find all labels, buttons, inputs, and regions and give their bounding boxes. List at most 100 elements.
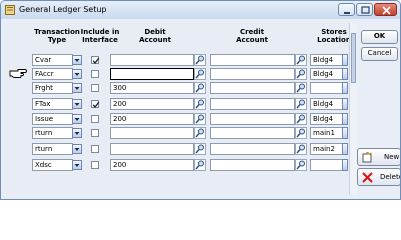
lookup-icon[interactable] xyxy=(194,113,206,125)
cancel-button[interactable]: Cancel xyxy=(361,47,398,61)
lookup-icon[interactable] xyxy=(194,159,206,171)
debit-account-field[interactable]: 200 xyxy=(110,159,194,171)
chevron-down-icon xyxy=(74,103,80,106)
stores-location-lookup-button[interactable] xyxy=(342,113,348,125)
stores-location-field[interactable]: main1 xyxy=(310,127,343,139)
credit-account-field[interactable] xyxy=(210,98,295,110)
new-button[interactable]: New xyxy=(357,148,400,166)
credit-account-field[interactable] xyxy=(210,143,295,155)
lookup-icon[interactable] xyxy=(194,82,206,94)
table-row: Issue 200 Bldg4 xyxy=(6,113,348,127)
transaction-type-value: Frght xyxy=(35,84,53,92)
debit-account-value: 200 xyxy=(113,115,127,123)
lookup-icon[interactable] xyxy=(295,159,307,171)
credit-account-field[interactable] xyxy=(210,54,295,66)
transaction-type-field[interactable]: rturn xyxy=(32,143,73,155)
stores-location-lookup-button[interactable] xyxy=(342,127,348,139)
minimize-button[interactable] xyxy=(338,3,355,16)
stores-location-value: main1 xyxy=(313,129,335,137)
include-in-interface-checkbox[interactable] xyxy=(91,100,100,109)
lookup-icon[interactable] xyxy=(194,143,206,155)
debit-account-field[interactable] xyxy=(110,68,194,80)
stores-location-lookup-button[interactable] xyxy=(342,159,348,171)
transaction-type-field[interactable]: FTax xyxy=(32,98,73,110)
stores-location-field[interactable] xyxy=(310,82,343,94)
checkmark-icon xyxy=(92,101,100,109)
lookup-icon[interactable] xyxy=(295,82,307,94)
stores-location-value: Bldg4 xyxy=(313,70,334,78)
lookup-icon[interactable] xyxy=(295,98,307,110)
stores-location-lookup-button[interactable] xyxy=(342,143,348,155)
stores-location-value: main2 xyxy=(313,145,335,153)
stores-location-field[interactable]: Bldg4 xyxy=(310,68,343,80)
lookup-icon[interactable] xyxy=(295,143,307,155)
transaction-type-dropdown[interactable] xyxy=(72,55,82,65)
lookup-icon[interactable] xyxy=(194,54,206,66)
transaction-type-value: rturn xyxy=(35,145,53,153)
lookup-icon[interactable] xyxy=(295,127,307,139)
include-in-interface-checkbox[interactable] xyxy=(91,70,99,78)
transaction-type-dropdown[interactable] xyxy=(72,69,82,79)
header-debit-account: Debit Account xyxy=(139,28,171,44)
scrollbar-thumb[interactable] xyxy=(351,33,356,83)
debit-account-field[interactable]: 300 xyxy=(110,82,194,94)
lookup-icon[interactable] xyxy=(295,54,307,66)
debit-account-field[interactable] xyxy=(110,54,194,66)
general-ledger-setup-window: General Ledger Setup Transaction Type Inc… xyxy=(0,0,401,200)
transaction-type-field[interactable]: Cvar xyxy=(32,54,73,66)
transaction-type-dropdown[interactable] xyxy=(72,99,82,109)
new-button-label: New xyxy=(384,153,400,161)
credit-account-field[interactable] xyxy=(210,68,295,80)
debit-account-field[interactable]: 200 xyxy=(110,113,194,125)
transaction-type-dropdown[interactable] xyxy=(72,83,82,93)
transaction-type-value: Xdsc xyxy=(35,161,52,169)
transaction-type-field[interactable]: Frght xyxy=(32,82,73,94)
include-in-interface-checkbox[interactable] xyxy=(91,115,99,123)
delete-button[interactable]: Delete xyxy=(357,168,400,186)
stores-location-field[interactable] xyxy=(310,159,343,171)
lookup-icon[interactable] xyxy=(194,127,206,139)
include-in-interface-checkbox[interactable] xyxy=(91,56,100,65)
stores-location-lookup-button[interactable] xyxy=(342,98,348,110)
stores-location-field[interactable]: Bldg4 xyxy=(310,113,343,125)
credit-account-field[interactable] xyxy=(210,159,295,171)
stores-location-field[interactable]: main2 xyxy=(310,143,343,155)
chevron-down-icon xyxy=(74,118,80,121)
transaction-type-dropdown[interactable] xyxy=(72,144,82,154)
transaction-type-dropdown[interactable] xyxy=(72,128,82,138)
transaction-type-field[interactable]: Xdsc xyxy=(32,159,73,171)
transaction-type-field[interactable]: Issue xyxy=(32,113,73,125)
transaction-type-dropdown[interactable] xyxy=(72,114,82,124)
transaction-type-field[interactable]: FAccr xyxy=(32,68,73,80)
ok-button[interactable]: OK xyxy=(361,30,398,44)
transaction-type-value: rturn xyxy=(35,129,53,137)
credit-account-field[interactable] xyxy=(210,113,295,125)
lookup-icon[interactable] xyxy=(194,98,206,110)
stores-location-lookup-button[interactable] xyxy=(342,68,348,80)
debit-account-field[interactable] xyxy=(110,127,194,139)
lookup-icon[interactable] xyxy=(295,113,307,125)
stores-location-value: Bldg4 xyxy=(313,115,334,123)
transaction-type-value: FTax xyxy=(35,100,51,108)
credit-account-field[interactable] xyxy=(210,82,295,94)
new-document-icon xyxy=(362,152,372,163)
include-in-interface-checkbox[interactable] xyxy=(91,145,99,153)
include-in-interface-checkbox[interactable] xyxy=(91,129,99,137)
debit-account-field[interactable]: 200 xyxy=(110,98,194,110)
stores-location-lookup-button[interactable] xyxy=(342,54,348,66)
lookup-icon[interactable] xyxy=(295,68,307,80)
transaction-type-field[interactable]: rturn xyxy=(32,127,73,139)
maximize-button[interactable] xyxy=(356,3,373,16)
stores-location-lookup-button[interactable] xyxy=(342,82,348,94)
transaction-type-dropdown[interactable] xyxy=(72,160,82,170)
title-bar: General Ledger Setup xyxy=(1,1,400,19)
stores-location-field[interactable]: Bldg4 xyxy=(310,54,343,66)
include-in-interface-checkbox[interactable] xyxy=(91,84,99,92)
include-in-interface-checkbox[interactable] xyxy=(91,161,99,169)
vertical-scrollbar[interactable] xyxy=(349,23,357,195)
lookup-icon[interactable] xyxy=(194,68,206,80)
debit-account-field[interactable] xyxy=(110,143,194,155)
close-button[interactable] xyxy=(374,3,397,16)
credit-account-field[interactable] xyxy=(210,127,295,139)
stores-location-field[interactable]: Bldg4 xyxy=(310,98,343,110)
